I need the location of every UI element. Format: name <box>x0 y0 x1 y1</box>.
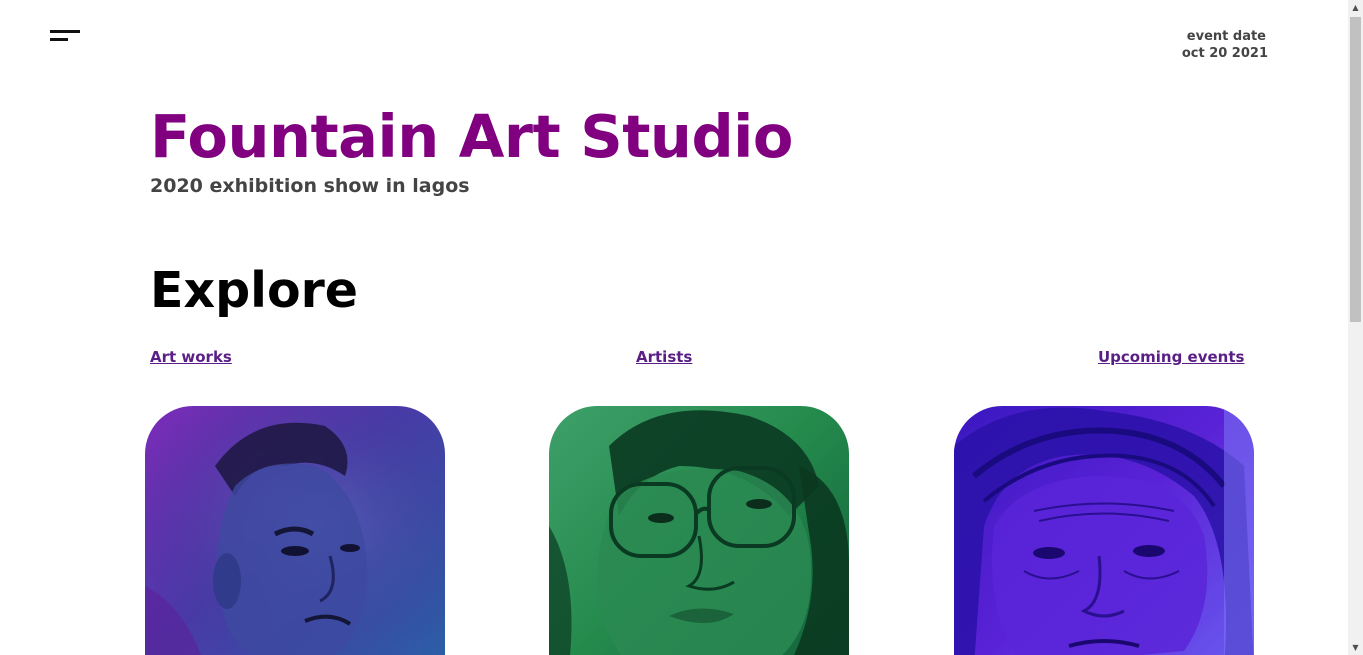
hamburger-menu-icon[interactable] <box>50 30 82 44</box>
artwork-card-1[interactable] <box>145 406 445 655</box>
portrait-man-glasses-image <box>549 410 849 655</box>
artwork-card-2[interactable] <box>549 406 849 655</box>
menu-bar-short <box>50 38 68 41</box>
scrollbar-thumb[interactable] <box>1350 17 1361 322</box>
scroll-up-arrow-icon[interactable]: ▲ <box>1348 0 1363 15</box>
nav-link-art-works[interactable]: Art works <box>150 348 232 366</box>
event-date: event date oct 20 2021 <box>1182 28 1268 62</box>
vertical-scrollbar[interactable]: ▲ ▼ <box>1348 0 1363 655</box>
event-date-label: event date <box>1186 29 1266 44</box>
artwork-card-3[interactable] <box>954 406 1254 655</box>
page: event date oct 20 2021 Fountain Art Stud… <box>0 0 1363 655</box>
portrait-man-image <box>145 406 445 655</box>
site-title: Fountain Art Studio <box>150 102 793 171</box>
explore-heading: Explore <box>150 262 359 319</box>
event-date-value: oct 20 2021 <box>1181 46 1268 61</box>
nav-link-artists[interactable]: Artists <box>636 348 692 366</box>
portrait-elderly-woman-image <box>954 406 1254 655</box>
nav-link-upcoming-events[interactable]: Upcoming events <box>1098 348 1244 366</box>
site-subtitle: 2020 exhibition show in lagos <box>150 175 470 197</box>
scroll-down-arrow-icon[interactable]: ▼ <box>1348 640 1363 655</box>
menu-bar-long <box>50 30 80 33</box>
